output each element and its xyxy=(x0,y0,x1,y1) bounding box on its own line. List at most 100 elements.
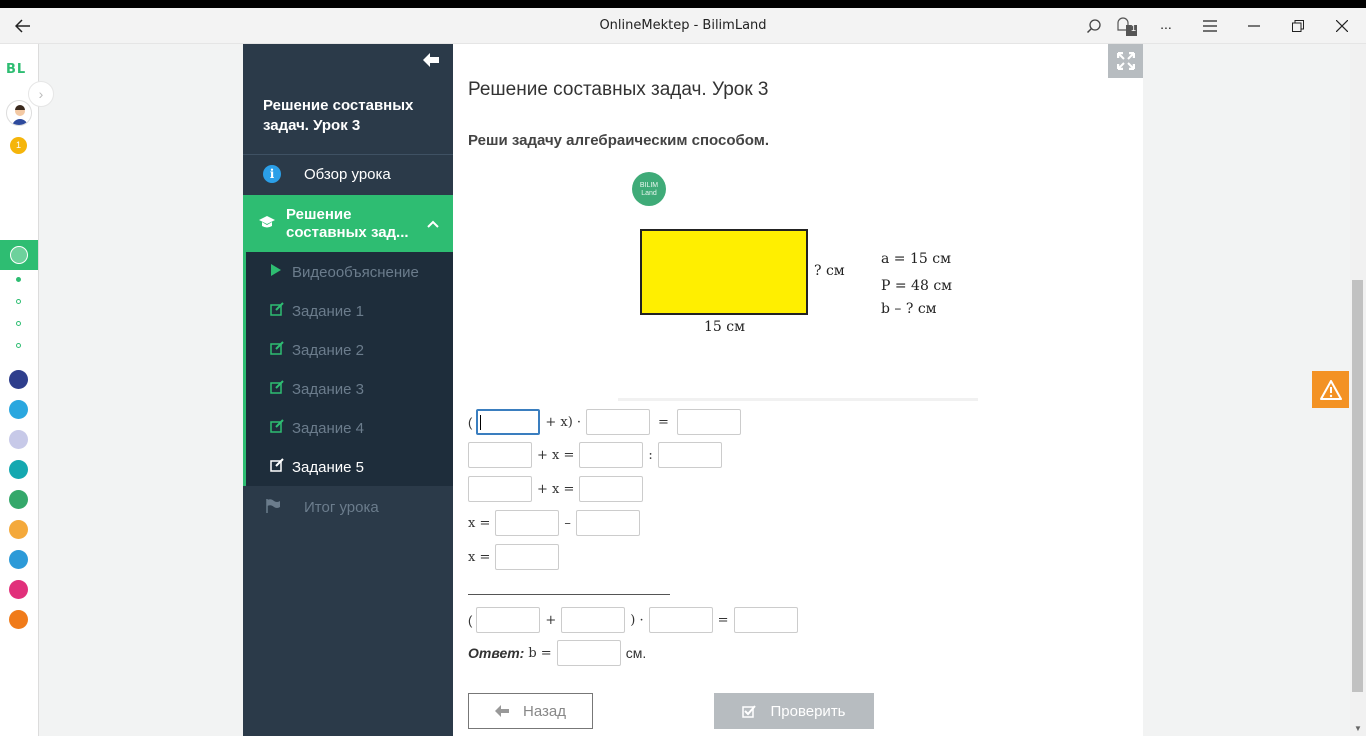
rail-app-icon[interactable] xyxy=(9,430,28,449)
sidebar-item-label: Видеообъяснение xyxy=(292,264,419,281)
answer-input-1[interactable] xyxy=(476,409,541,435)
online-mektep-icon xyxy=(10,246,28,264)
scrollbar-thumb[interactable] xyxy=(1352,280,1363,692)
sidebar-item-task-3[interactable]: Задание 3 xyxy=(246,369,453,408)
arrow-left-icon xyxy=(423,53,439,67)
operator: + x = xyxy=(537,481,575,497)
back-label: Назад xyxy=(523,702,566,720)
answer-input-15[interactable] xyxy=(733,607,798,633)
edit-icon xyxy=(270,458,285,475)
rail-app-icon[interactable] xyxy=(9,370,28,389)
rail-item-online-mektep[interactable] xyxy=(0,240,38,270)
sidebar-section-current[interactable]: Решение составных зад... xyxy=(243,195,453,252)
paren-open: ( xyxy=(468,414,473,430)
answer-input-5[interactable] xyxy=(579,442,644,468)
restore-button[interactable] xyxy=(1278,8,1318,44)
answer-input-4[interactable] xyxy=(468,442,532,468)
rail-app-icon[interactable] xyxy=(9,550,28,569)
rail-app-icon[interactable] xyxy=(9,580,28,599)
info-icon: i xyxy=(263,165,281,183)
sidebar-item-label: Задание 1 xyxy=(292,303,365,320)
sidebar-item-task-4[interactable]: Задание 4 xyxy=(246,408,453,447)
answer-input-2[interactable] xyxy=(586,409,651,435)
sidebar-item-summary[interactable]: Итог урока xyxy=(243,487,453,527)
operator: : xyxy=(648,447,653,463)
notifications-button[interactable]: 1 xyxy=(1106,8,1146,44)
avatar[interactable] xyxy=(6,100,32,126)
answer-input-9[interactable] xyxy=(495,510,560,536)
bilimland-logo[interactable]: BL xyxy=(6,62,26,77)
user-avatar-icon xyxy=(12,105,28,125)
answer-input-11[interactable] xyxy=(495,544,560,570)
rail-expand-button[interactable]: › xyxy=(28,81,54,107)
title-bar: OnlineMektep - BilimLand 1 ... xyxy=(0,8,1366,44)
page-title: Решение составных задач. Урок 3 xyxy=(468,79,769,100)
answer-input-8[interactable] xyxy=(579,476,644,502)
section-label: Решение составных зад... xyxy=(286,206,409,241)
equation-row-3: + x = xyxy=(468,476,644,502)
edit-icon xyxy=(270,380,285,397)
fullscreen-button[interactable] xyxy=(1108,44,1143,78)
answer-input-14[interactable] xyxy=(648,607,713,633)
back-button[interactable]: Назад xyxy=(468,693,593,729)
equation-row-1: ( + x) · = xyxy=(468,409,741,435)
expand-icon xyxy=(1116,52,1135,70)
summary-label: Итог урока xyxy=(304,499,379,516)
answer-unit: см. xyxy=(625,645,647,661)
chevron-right-icon: › xyxy=(38,86,44,102)
report-problem-button[interactable] xyxy=(1312,371,1349,408)
lesson-title: Решение составных задач. Урок 3 xyxy=(263,97,414,134)
answer-row: Ответ: b = см. xyxy=(468,640,646,666)
minimize-icon xyxy=(1248,25,1260,27)
menu-button[interactable] xyxy=(1190,8,1230,44)
operator: = xyxy=(717,612,729,628)
rail-app-icon[interactable] xyxy=(9,400,28,419)
rail-app-icon[interactable] xyxy=(9,610,28,629)
answer-input-12[interactable] xyxy=(476,607,541,633)
sidebar-item-label: Задание 3 xyxy=(292,381,365,398)
scrollbar[interactable]: ▼ xyxy=(1350,44,1366,736)
rail-app-icon[interactable] xyxy=(9,490,28,509)
rectangle-figure xyxy=(640,229,808,315)
bilimland-watermark: BILIM Land xyxy=(632,172,666,206)
operator: + x) · xyxy=(545,414,582,430)
sidebar-item-task-1[interactable]: Задание 1 xyxy=(246,291,453,330)
answer-input-7[interactable] xyxy=(468,476,532,502)
sidebar-item-task-2[interactable]: Задание 2 xyxy=(246,330,453,369)
answer-input-13[interactable] xyxy=(561,607,626,633)
given-a: a = 15 см xyxy=(881,251,951,267)
operator: x = xyxy=(468,549,491,565)
paren-open: ( xyxy=(468,612,473,628)
answer-input-6[interactable] xyxy=(657,442,722,468)
check-button[interactable]: Проверить xyxy=(714,693,874,729)
operator: + xyxy=(545,612,557,628)
warning-icon xyxy=(1319,379,1342,400)
more-button[interactable]: ... xyxy=(1146,8,1186,44)
level-badge: 1 xyxy=(10,137,27,154)
answer-var: b = xyxy=(528,645,552,661)
sidebar-item-task-5[interactable]: Задание 5 xyxy=(246,447,453,486)
answer-input-3[interactable] xyxy=(676,409,741,435)
sidebar-item-video[interactable]: Видеообъяснение xyxy=(246,252,453,291)
scroll-down-icon[interactable]: ▼ xyxy=(1354,724,1362,733)
rail-dot[interactable] xyxy=(16,321,21,326)
given-b: b – ? см xyxy=(881,301,937,317)
flag-icon xyxy=(265,498,281,517)
task-text: Реши задачу алгебраическим способом. xyxy=(468,132,769,149)
collapse-sidebar-button[interactable] xyxy=(422,52,440,73)
close-button[interactable] xyxy=(1322,8,1362,44)
check-row: ( + ) · = xyxy=(468,607,798,633)
rail-dot[interactable] xyxy=(16,277,21,282)
operator: ) · xyxy=(630,612,644,628)
sidebar-item-overview[interactable]: i Обзор урока xyxy=(243,154,453,194)
rail-dot[interactable] xyxy=(16,343,21,348)
rail-app-icon[interactable] xyxy=(9,460,28,479)
lesson-content: Решение составных задач. Урок 3 Реши зад… xyxy=(453,44,1143,736)
minimize-button[interactable] xyxy=(1234,8,1274,44)
rail-dot[interactable] xyxy=(16,299,21,304)
rail-app-icon[interactable] xyxy=(9,520,28,539)
notification-count: 1 xyxy=(1131,23,1137,33)
answer-input-10[interactable] xyxy=(575,510,640,536)
operator: + x = xyxy=(537,447,575,463)
answer-input-b[interactable] xyxy=(556,640,621,666)
